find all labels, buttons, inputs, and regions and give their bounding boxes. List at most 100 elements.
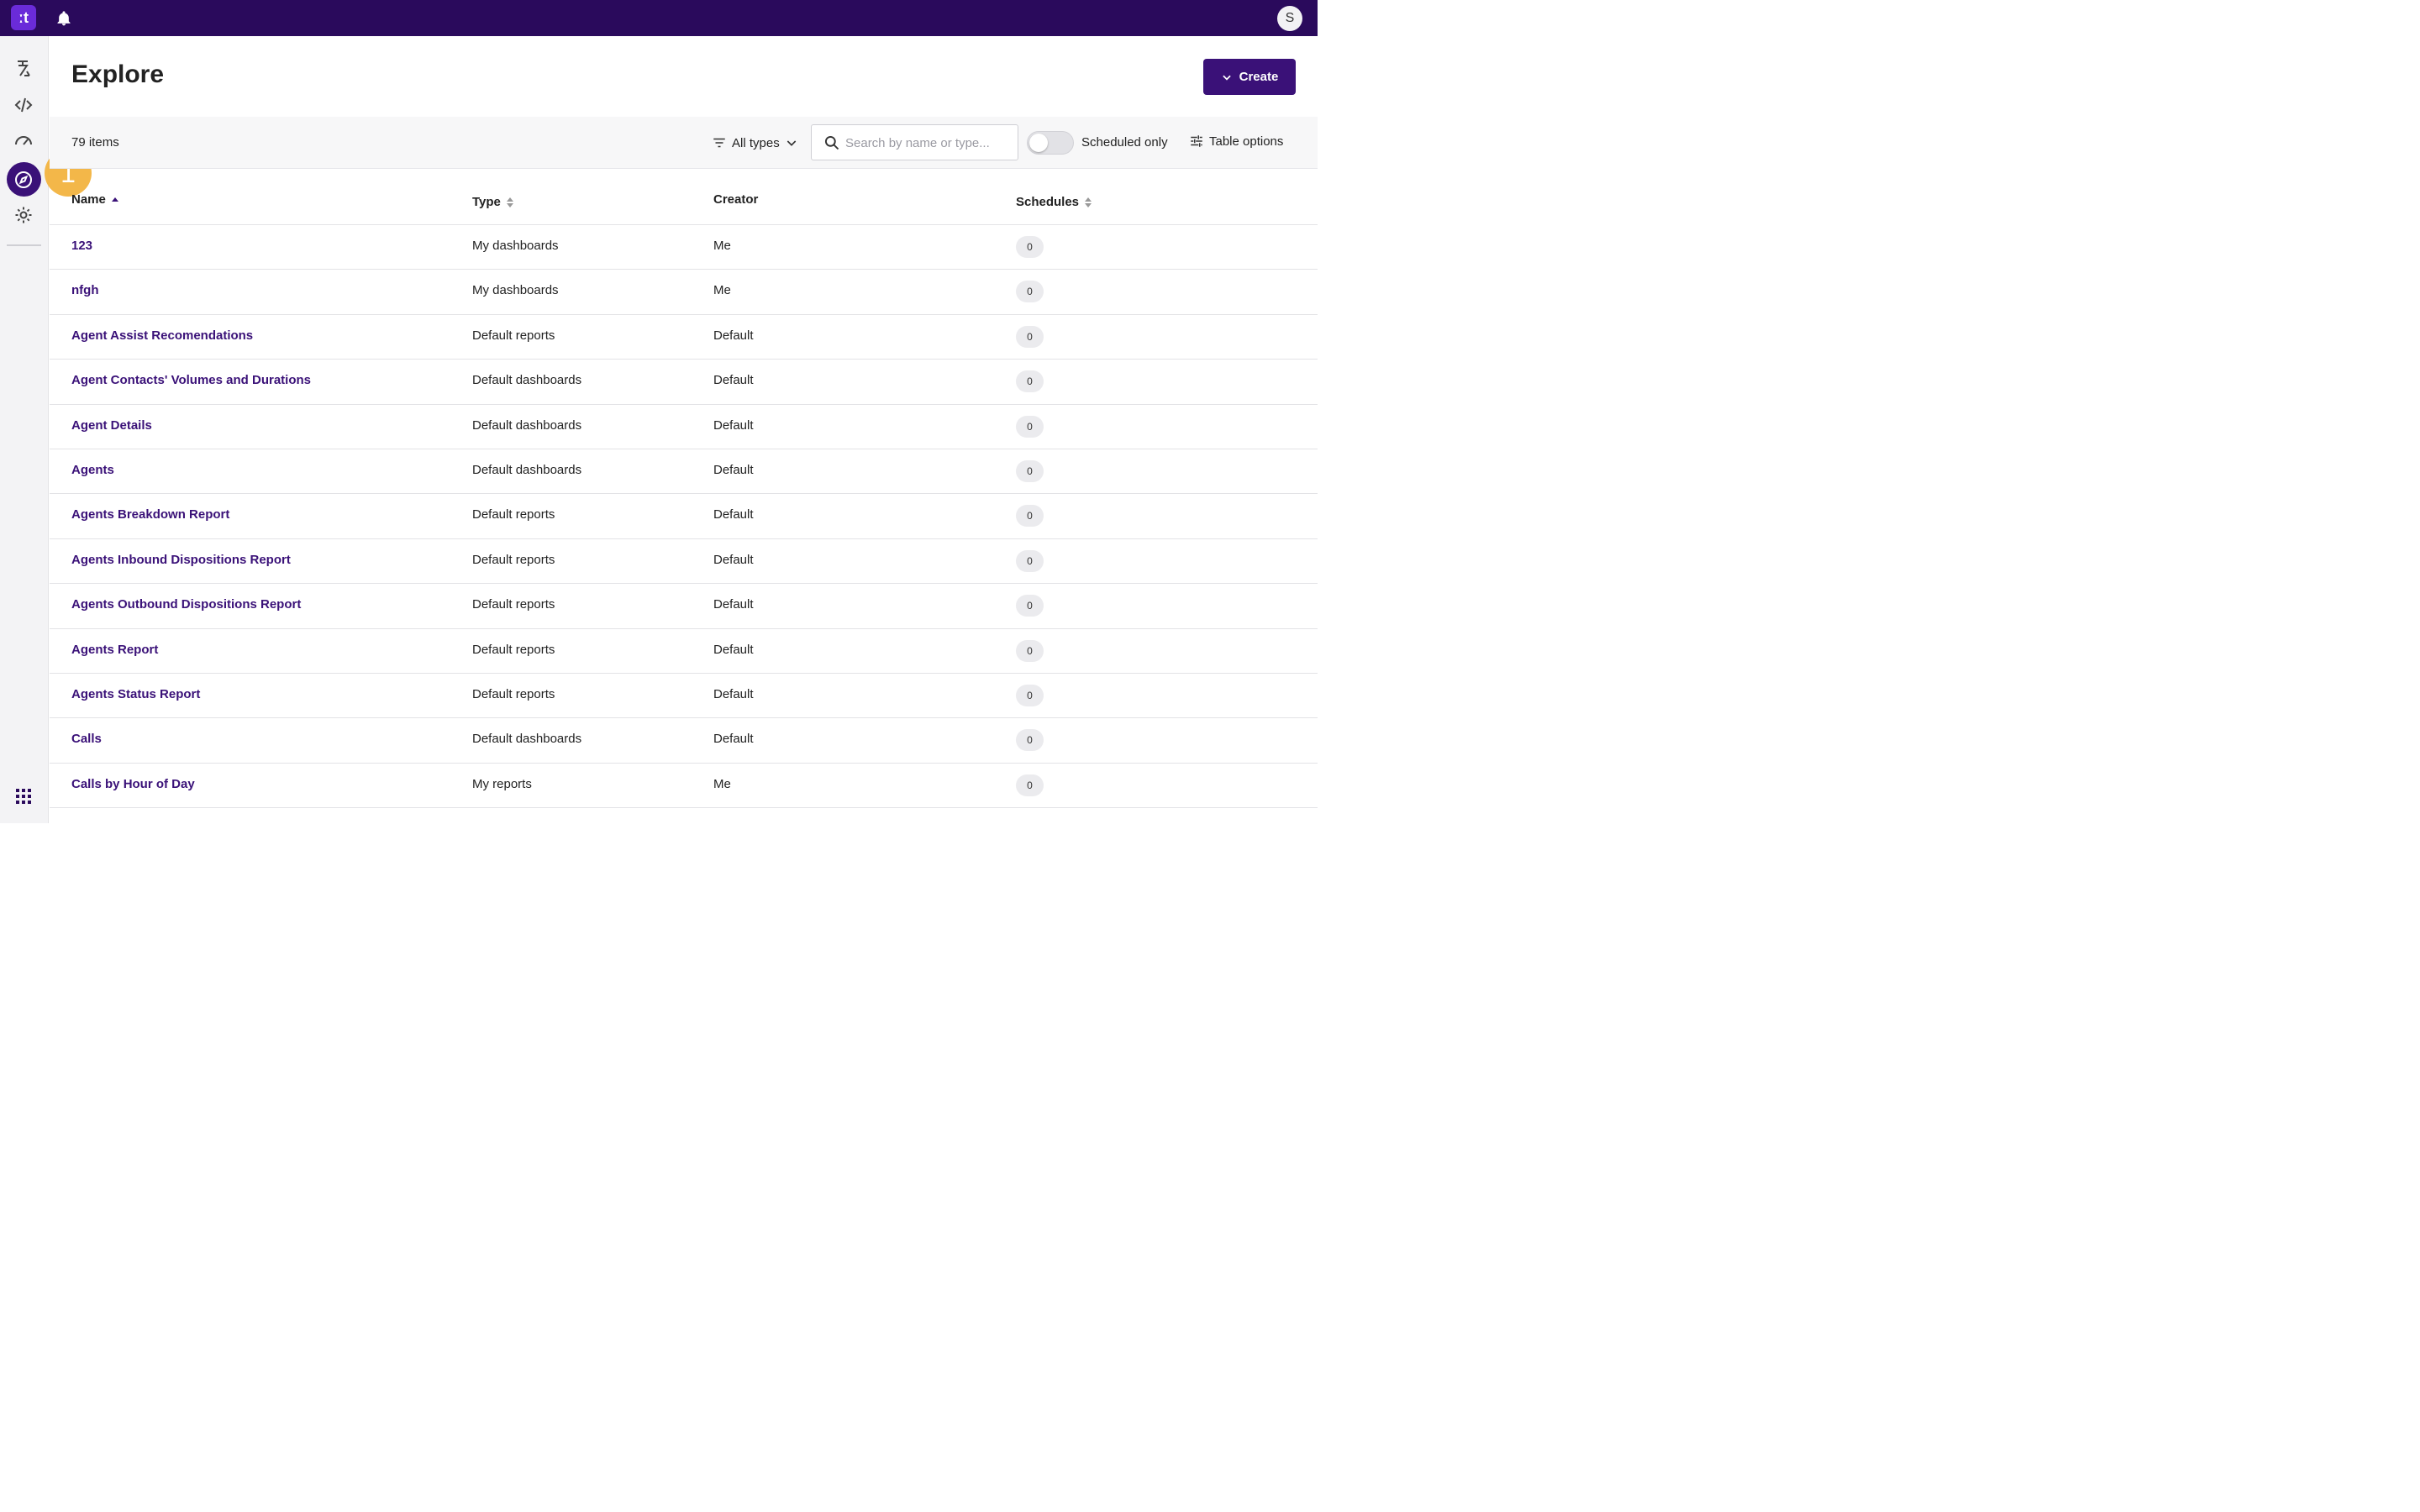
dashboard-gauge-icon[interactable] — [13, 130, 34, 150]
item-name-link[interactable]: Agents — [71, 463, 114, 477]
search-icon — [823, 134, 840, 151]
item-creator: Default — [713, 417, 754, 433]
settings-gear-icon[interactable] — [13, 205, 34, 225]
table-row[interactable]: Calls Default dashboards Default 0 — [50, 718, 1318, 764]
table-row[interactable]: Agents Default dashboards Default 0 — [50, 449, 1318, 495]
toggle-knob — [1029, 134, 1048, 152]
table-options-label: Table options — [1209, 134, 1284, 149]
schedules-count-badge: 0 — [1016, 459, 1044, 482]
table-options-button[interactable]: Table options — [1189, 134, 1283, 149]
schedules-count-badge: 0 — [1016, 639, 1044, 662]
type-filter-dropdown[interactable]: All types — [712, 134, 798, 152]
item-name-link[interactable]: Agents Status Report — [71, 687, 200, 701]
column-header-type[interactable]: Type — [472, 195, 514, 209]
schedules-count-badge: 0 — [1016, 505, 1044, 528]
app-logo[interactable]: ːt — [11, 5, 36, 30]
item-name-link[interactable]: Agent Details — [71, 418, 152, 433]
item-name-link[interactable]: nfgh — [71, 283, 98, 297]
table-row[interactable]: Calls by Hour of Day My reports Me 0 — [50, 764, 1318, 809]
create-button[interactable]: Create — [1203, 59, 1296, 95]
table-row[interactable]: Agent Assist Recomendations Default repo… — [50, 315, 1318, 360]
search-input[interactable] — [845, 132, 1012, 154]
item-creator: Default — [713, 462, 754, 477]
item-count: 79 items — [71, 135, 119, 150]
schedules-count-badge: 0 — [1016, 774, 1044, 796]
left-nav-rail — [0, 36, 49, 823]
item-name-link[interactable]: 123 — [71, 239, 92, 253]
rail-divider — [7, 244, 41, 246]
item-type: Default reports — [472, 597, 555, 612]
item-creator: Default — [713, 507, 754, 522]
item-type: Default reports — [472, 642, 555, 657]
sliders-icon — [1189, 134, 1204, 149]
code-icon[interactable] — [13, 95, 34, 115]
sort-icon — [1084, 197, 1092, 208]
item-creator: Default — [713, 686, 754, 701]
create-button-label: Create — [1239, 70, 1279, 84]
item-type: Default reports — [472, 507, 555, 522]
filter-icon — [712, 135, 727, 150]
sort-ascending-icon — [111, 196, 119, 204]
item-name-link[interactable]: Agents Breakdown Report — [71, 507, 229, 522]
apps-grid-icon[interactable] — [13, 786, 34, 806]
scheduled-only-toggle[interactable] — [1027, 131, 1074, 155]
sort-icon — [506, 197, 514, 208]
flow-icon[interactable] — [13, 59, 34, 79]
schedules-count-badge: 0 — [1016, 325, 1044, 348]
page-title: Explore — [71, 60, 165, 88]
table-header: Name Type Creator Schedules — [50, 169, 1318, 225]
scheduled-only-label: Scheduled only — [1081, 135, 1168, 150]
schedules-count-badge: 0 — [1016, 281, 1044, 303]
search-box[interactable] — [811, 124, 1018, 160]
item-name-link[interactable]: Agents Inbound Dispositions Report — [71, 553, 291, 567]
table-row[interactable]: Agents Outbound Dispositions Report Defa… — [50, 584, 1318, 629]
column-header-name[interactable]: Name — [71, 192, 119, 207]
item-creator: Default — [713, 373, 754, 388]
item-name-link[interactable]: Agents Report — [71, 643, 158, 657]
schedules-count-badge: 0 — [1016, 236, 1044, 258]
schedules-count-badge: 0 — [1016, 415, 1044, 438]
item-type: Default reports — [472, 686, 555, 701]
table-row[interactable]: Agents Inbound Dispositions Report Defau… — [50, 539, 1318, 585]
item-type: Default reports — [472, 552, 555, 567]
table-row[interactable]: Agents Breakdown Report Default reports … — [50, 494, 1318, 539]
schedules-count-badge: 0 — [1016, 370, 1044, 393]
item-type: My reports — [472, 776, 532, 791]
item-type: My dashboards — [472, 239, 559, 253]
column-header-schedules[interactable]: Schedules — [1016, 195, 1092, 209]
column-header-schedules-label: Schedules — [1016, 195, 1080, 209]
item-name-link[interactable]: Calls by Hour of Day — [71, 777, 195, 791]
notifications-bell-icon[interactable] — [55, 10, 72, 27]
item-creator: Me — [713, 776, 731, 791]
table-row[interactable]: Agent Contacts' Volumes and Durations De… — [50, 360, 1318, 405]
item-name-link[interactable]: Agents Outbound Dispositions Report — [71, 597, 301, 612]
item-type: Default reports — [472, 328, 555, 343]
table-row[interactable]: 123 My dashboards Me 0 — [50, 225, 1318, 270]
compass-icon[interactable] — [13, 170, 34, 190]
item-creator: Default — [713, 732, 754, 747]
item-name-link[interactable]: Agent Assist Recomendations — [71, 328, 253, 343]
table-row[interactable]: Agents Report Default reports Default 0 — [50, 629, 1318, 674]
items-table: Name Type Creator Schedules 123 My dashb… — [50, 169, 1318, 809]
item-type: Default dashboards — [472, 462, 582, 477]
chevron-down-icon — [785, 136, 798, 150]
chevron-down-icon — [1221, 71, 1233, 83]
table-row[interactable]: nfgh My dashboards Me 0 — [50, 270, 1318, 315]
table-toolbar: 79 items All types Scheduled only Table … — [50, 117, 1318, 169]
item-creator: Me — [713, 239, 731, 253]
schedules-count-badge: 0 — [1016, 729, 1044, 752]
item-creator: Default — [713, 642, 754, 657]
item-type: Default dashboards — [472, 732, 582, 747]
user-avatar[interactable]: S — [1277, 6, 1302, 31]
item-creator: Default — [713, 597, 754, 612]
column-header-creator: Creator — [713, 192, 758, 207]
item-type: Default dashboards — [472, 417, 582, 433]
item-type: Default dashboards — [472, 373, 582, 388]
item-name-link[interactable]: Agent Contacts' Volumes and Durations — [71, 373, 311, 387]
item-name-link[interactable]: Calls — [71, 732, 102, 746]
table-row[interactable]: Agent Details Default dashboards Default… — [50, 405, 1318, 449]
schedules-count-badge: 0 — [1016, 684, 1044, 706]
schedules-count-badge: 0 — [1016, 595, 1044, 617]
schedules-count-badge: 0 — [1016, 549, 1044, 572]
table-row[interactable]: Agents Status Report Default reports Def… — [50, 674, 1318, 719]
